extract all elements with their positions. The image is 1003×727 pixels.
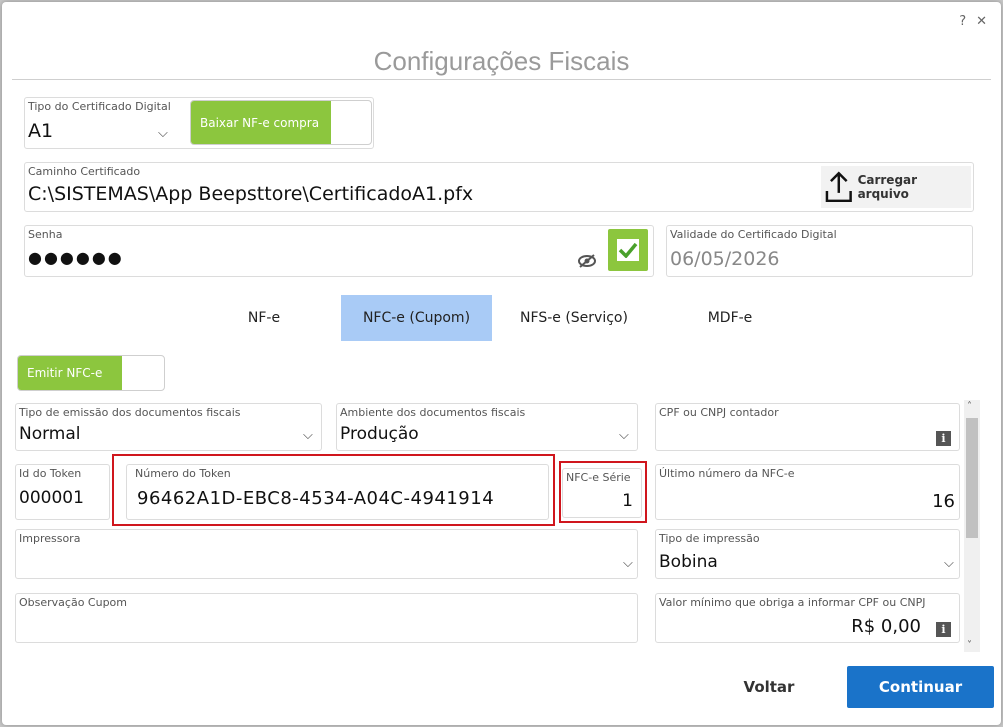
scroll-up-icon[interactable]: ˄ — [967, 401, 972, 412]
chevron-down-icon: ⌵ — [944, 556, 954, 571]
scroll-down-icon[interactable]: ˅ — [967, 640, 972, 651]
certificate-path-field: Caminho Certificado C:\SISTEMAS\App Beep… — [24, 162, 974, 212]
chevron-down-icon: ⌵ — [303, 428, 313, 443]
emission-type-value: Normal — [19, 424, 81, 444]
environment-select[interactable]: Ambiente dos documentos fiscais Produção… — [336, 403, 638, 451]
window-controls: ? ✕ — [959, 14, 987, 29]
certificate-validity-label: Validade do Certificado Digital — [670, 228, 837, 241]
dialog-title: Configurações Fiscais — [373, 46, 630, 76]
minimum-value-field[interactable]: Valor mínimo que obriga a informar CPF o… — [655, 593, 960, 643]
upload-icon — [825, 171, 852, 203]
help-button[interactable]: ? — [959, 14, 966, 29]
last-nfce-number-field[interactable]: Último número da NFC-e 16 — [655, 464, 960, 520]
print-type-value: Bobina — [659, 552, 718, 572]
certificate-type-group: Tipo do Certificado Digital A1 ⌵ Baixar … — [24, 97, 374, 149]
printer-label: Impressora — [19, 532, 81, 545]
title-divider — [12, 79, 991, 80]
fiscal-settings-dialog: ? ✕ Configurações Fiscais Tipo do Certif… — [2, 2, 1001, 725]
emission-type-select[interactable]: Tipo de emissão dos documentos fiscais N… — [15, 403, 322, 451]
checkmark-icon — [615, 237, 641, 263]
scrollbar-thumb[interactable] — [966, 418, 978, 538]
info-icon[interactable]: i — [936, 431, 951, 446]
password-value[interactable]: ●●●●●● — [28, 248, 124, 267]
token-id-value: 000001 — [19, 488, 84, 508]
password-label: Senha — [28, 228, 63, 241]
certificate-type-value[interactable]: A1 — [28, 120, 53, 142]
eye-off-icon[interactable] — [577, 254, 597, 268]
print-type-label: Tipo de impressão — [659, 532, 760, 545]
certificate-validity-field: Validade do Certificado Digital 06/05/20… — [666, 225, 973, 277]
series-highlight-box — [559, 461, 647, 523]
chevron-down-icon: ⌵ — [623, 556, 633, 571]
info-icon[interactable]: i — [936, 622, 951, 637]
certificate-type-label: Tipo do Certificado Digital — [28, 100, 171, 113]
printer-select[interactable]: Impressora ⌵ — [15, 529, 638, 579]
environment-label: Ambiente dos documentos fiscais — [340, 406, 526, 419]
chevron-down-icon: ⌵ — [619, 428, 629, 443]
minimum-value-value: R$ 0,00 — [851, 616, 921, 637]
tab-nfe[interactable]: NF-e — [224, 295, 304, 341]
environment-value: Produção — [340, 424, 419, 444]
last-nfce-number-value: 16 — [932, 491, 955, 512]
token-id-field[interactable]: Id do Token 000001 — [15, 464, 110, 520]
certificate-path-value[interactable]: C:\SISTEMAS\App Beepsttore\CertificadoA1… — [28, 183, 473, 205]
tab-nfce[interactable]: NFC-e (Cupom) — [341, 295, 492, 341]
show-password-checkbox[interactable] — [608, 229, 648, 271]
baixar-nfe-compra-toggle[interactable]: Baixar NF-e compra — [190, 100, 372, 145]
accountant-cpf-cnpj-field[interactable]: CPF ou CNPJ contador i — [655, 403, 960, 451]
certificate-validity-value: 06/05/2026 — [670, 248, 780, 270]
accountant-cpf-cnpj-label: CPF ou CNPJ contador — [659, 406, 779, 419]
back-button[interactable]: Voltar — [714, 666, 824, 708]
upload-file-label: Carregar arquivo — [857, 173, 918, 201]
tab-mdfe[interactable]: MDF-e — [690, 295, 770, 341]
certificate-path-label: Caminho Certificado — [28, 165, 141, 178]
receipt-observation-field[interactable]: Observação Cupom — [15, 593, 638, 643]
last-nfce-number-label: Último número da NFC-e — [659, 467, 795, 480]
token-highlight-box — [112, 454, 555, 526]
continue-button[interactable]: Continuar — [847, 666, 994, 708]
content-scrollbar[interactable]: ˄ ˅ — [964, 400, 980, 652]
chevron-down-icon[interactable]: ⌵ — [158, 126, 168, 141]
emission-type-label: Tipo de emissão dos documentos fiscais — [19, 406, 241, 419]
password-field: Senha ●●●●●● — [24, 225, 654, 277]
receipt-observation-label: Observação Cupom — [19, 596, 128, 609]
token-id-label: Id do Token — [19, 467, 82, 480]
emitir-nfce-toggle[interactable]: Emitir NFC-e — [17, 355, 165, 391]
minimum-value-label: Valor mínimo que obriga a informar CPF o… — [659, 596, 926, 609]
close-button[interactable]: ✕ — [976, 14, 987, 29]
tab-nfse[interactable]: NFS-e (Serviço) — [510, 295, 638, 341]
emitir-nfce-label: Emitir NFC-e — [18, 356, 122, 390]
upload-file-button[interactable]: Carregar arquivo — [821, 166, 971, 208]
baixar-nfe-compra-label: Baixar NF-e compra — [191, 101, 331, 144]
print-type-select[interactable]: Tipo de impressão Bobina ⌵ — [655, 529, 960, 579]
